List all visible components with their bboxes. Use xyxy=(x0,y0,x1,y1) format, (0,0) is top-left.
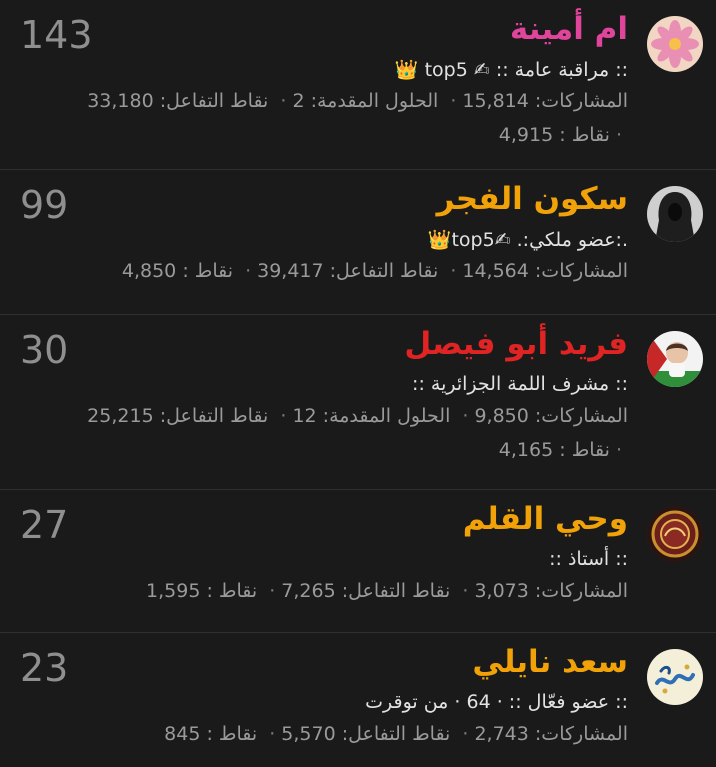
stat-label: نقاط التفاعل: xyxy=(341,723,451,745)
member-title: :: مشرف اللمة الجزائرية :: xyxy=(412,373,628,395)
stat-value: 12 xyxy=(292,405,317,427)
stat-value: 39,417 xyxy=(257,260,324,282)
stat-label: نقاط : xyxy=(559,124,610,146)
stat-label: نقاط التفاعل: xyxy=(329,260,439,282)
member-name[interactable]: فريد أبو فيصل xyxy=(404,327,628,361)
stat-label: نقاط : xyxy=(206,723,258,745)
member-count: 143 xyxy=(20,13,93,57)
member-count: 99 xyxy=(20,183,69,227)
member-title: :: مراقبة عامة :: ✍ top5 👑 xyxy=(394,59,628,81)
stat-label: المشاركات: xyxy=(534,260,628,282)
stat-value: 14,564 xyxy=(462,260,529,282)
member-count: 27 xyxy=(20,503,69,547)
stat-value: 2 xyxy=(292,90,305,112)
stat-value: 2,743 xyxy=(474,723,529,745)
stat-label: نقاط التفاعل: xyxy=(159,405,269,427)
member-row[interactable]: 23 سعد نايلي :: عضو فعّال :: · 64 · من ت… xyxy=(0,633,716,767)
member-title: :: أستاذ :: xyxy=(549,548,628,570)
member-stats: المشاركات: 3,073· نقاط التفاعل: 7,265· ن… xyxy=(146,580,628,602)
member-row[interactable]: 99 سكون الفجر .:عضو ملكي:. ✍top5👑 المشار… xyxy=(0,170,716,315)
member-stats: المشاركات: 15,814· الحلول المقدمة: 2· نق… xyxy=(87,90,628,112)
member-row[interactable]: 30 فريد أبو فيصل :: مشرف اللمة الجزائرية… xyxy=(0,315,716,490)
stat-value: 1,595 xyxy=(146,580,201,602)
member-points: ·نقاط : 4,915 xyxy=(498,124,622,146)
member-row[interactable]: 27 وحي القلم :: أستاذ :: المشاركات: 3,07… xyxy=(0,490,716,633)
child-flag-avatar-icon[interactable] xyxy=(647,331,703,387)
stat-label: نقاط التفاعل: xyxy=(159,90,269,112)
stat-value: 3,073 xyxy=(474,580,529,602)
stat-label: نقاط التفاعل: xyxy=(341,580,451,602)
stat-value: 4,915 xyxy=(498,124,554,146)
stat-label: المشاركات: xyxy=(534,405,628,427)
member-count: 30 xyxy=(20,328,69,372)
member-stats: المشاركات: 2,743· نقاط التفاعل: 5,570· ن… xyxy=(164,723,628,745)
stat-value: 33,180 xyxy=(87,90,154,112)
member-points: ·نقاط : 4,165 xyxy=(498,439,622,461)
pink-flower-avatar-icon[interactable] xyxy=(647,16,703,72)
member-title: .:عضو ملكي:. ✍top5👑 xyxy=(427,229,628,251)
stat-label: الحلول المقدمة: xyxy=(310,90,439,112)
stat-label: الحلول المقدمة: xyxy=(322,405,451,427)
stat-label: المشاركات: xyxy=(534,580,628,602)
member-name[interactable]: وحي القلم xyxy=(463,502,628,536)
stat-label: نقاط : xyxy=(559,439,610,461)
stat-label: المشاركات: xyxy=(534,723,628,745)
stat-value: 845 xyxy=(164,723,201,745)
stat-value: 9,850 xyxy=(474,405,529,427)
member-name[interactable]: ام أمينة xyxy=(510,12,628,46)
member-title: :: عضو فعّال :: · 64 · من توقرت xyxy=(365,691,628,713)
stat-value: 5,570 xyxy=(281,723,336,745)
stat-value: 7,265 xyxy=(281,580,336,602)
member-row[interactable]: 143 ام أمينة :: مراقبة عامة :: ✍ top5 👑 … xyxy=(0,0,716,170)
calligraphy-avatar-icon[interactable] xyxy=(647,649,703,705)
stat-value: 15,814 xyxy=(462,90,529,112)
member-stats: المشاركات: 9,850· الحلول المقدمة: 12· نق… xyxy=(87,405,628,427)
hooded-figure-avatar-icon[interactable] xyxy=(647,186,703,242)
ornament-avatar-icon[interactable] xyxy=(647,506,703,562)
stat-value: 4,850 xyxy=(121,260,177,282)
stat-label: نقاط : xyxy=(182,260,234,282)
members-list: 143 ام أمينة :: مراقبة عامة :: ✍ top5 👑 … xyxy=(0,0,716,767)
stat-label: نقاط : xyxy=(206,580,258,602)
member-name[interactable]: سكون الفجر xyxy=(437,182,628,216)
member-stats: المشاركات: 14,564· نقاط التفاعل: 39,417·… xyxy=(121,260,628,282)
member-name[interactable]: سعد نايلي xyxy=(472,645,628,679)
stat-value: 4,165 xyxy=(498,439,554,461)
stat-value: 25,215 xyxy=(87,405,154,427)
stat-label: المشاركات: xyxy=(534,90,628,112)
member-count: 23 xyxy=(20,646,69,690)
